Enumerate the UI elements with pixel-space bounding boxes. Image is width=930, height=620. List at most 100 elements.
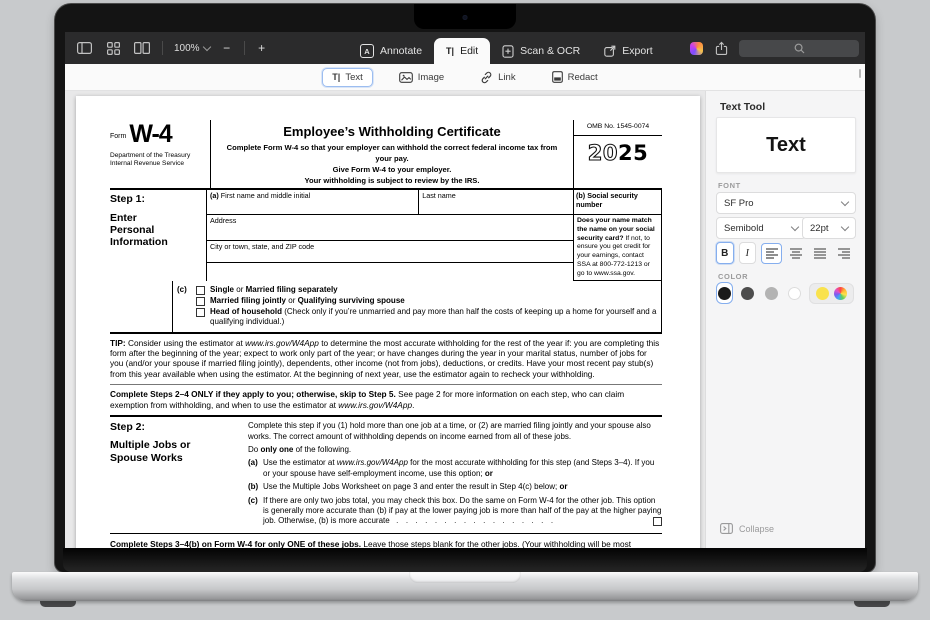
tab-scan-ocr[interactable]: Scan & OCR xyxy=(490,38,592,64)
toolbar-divider xyxy=(244,41,245,55)
step2-title: Step 2: xyxy=(110,421,248,434)
app-screen: 100% − + A Annotate T| Edit xyxy=(65,32,865,548)
zoom-out-button[interactable]: − xyxy=(221,41,233,55)
step2-subtitle: Multiple Jobs or Spouse Works xyxy=(110,439,202,463)
toolbar-scrollbar[interactable] xyxy=(859,69,861,78)
filing-option-single: (c) Single or Married filing separately xyxy=(177,285,657,295)
zoom-control[interactable]: 100% xyxy=(174,43,210,54)
weight-select[interactable]: Semibold xyxy=(716,217,806,239)
ai-assist-icon[interactable] xyxy=(690,42,703,55)
thumbnails-icon[interactable] xyxy=(104,39,122,57)
dept-line2: Internal Revenue Service xyxy=(110,160,206,169)
step1-section: Step 1: Enter Personal Information (a) F… xyxy=(110,190,662,281)
first-name-field[interactable]: (a) First name and middle initial xyxy=(207,190,418,214)
toolbar-divider xyxy=(162,41,163,55)
estimator-link: www.irs.gov/W4App xyxy=(245,338,319,348)
swatch-yellow[interactable] xyxy=(816,287,829,300)
w4-form: Form W-4 Department of the Treasury Inte… xyxy=(110,120,662,548)
link-icon xyxy=(480,71,493,84)
text-tool-panel: Text Tool Text FONT SF Pro Semibold 22pt xyxy=(705,91,865,548)
align-right-button[interactable] xyxy=(833,243,854,264)
text-tool-icon: T| xyxy=(332,72,340,82)
form-word: Form xyxy=(110,133,126,145)
dept-line1: Department of the Treasury xyxy=(110,152,206,161)
chevron-down-icon xyxy=(841,222,849,230)
sidebar-toggle-icon[interactable] xyxy=(75,39,93,57)
checkbox-head-of-household[interactable] xyxy=(196,308,205,317)
filing-option-married-jointly: Married filing jointly or Qualifying sur… xyxy=(177,296,657,306)
checkbox-two-jobs[interactable] xyxy=(653,517,662,526)
align-justify-button[interactable] xyxy=(809,243,830,264)
chevron-down-icon xyxy=(841,197,849,205)
share-icon[interactable] xyxy=(712,39,730,57)
steps-3-4-note: Complete Steps 3–4(b) on Form W-4 for on… xyxy=(110,534,662,548)
color-label: COLOR xyxy=(718,272,748,281)
mode-tabs: A Annotate T| Edit Scan & OCR Export xyxy=(348,32,665,64)
collapse-button[interactable]: Collapse xyxy=(720,523,774,534)
text-preview[interactable]: Text xyxy=(716,117,856,173)
form-header: Form W-4 Department of the Treasury Inte… xyxy=(110,120,662,190)
address-field[interactable]: Address xyxy=(207,215,573,241)
lid-groove xyxy=(409,572,521,583)
size-select[interactable]: 22pt xyxy=(802,217,856,239)
steps-2-4-note: Complete Steps 2–4 ONLY if they apply to… xyxy=(110,385,662,417)
tab-edit[interactable]: T| Edit xyxy=(434,38,490,64)
zoom-level: 100% xyxy=(174,43,200,54)
export-icon xyxy=(604,45,616,57)
tool-text[interactable]: T| Text xyxy=(322,68,372,87)
city-field[interactable]: City or town, state, and ZIP code xyxy=(207,241,573,263)
zoom-in-button[interactable]: + xyxy=(256,41,268,55)
label-c: (c) xyxy=(177,285,191,295)
font-label: FONT xyxy=(718,181,741,190)
pdf-page[interactable]: Form W-4 Department of the Treasury Inte… xyxy=(76,96,700,548)
form-number: W-4 xyxy=(129,124,171,145)
step2-item-a: (a) Use the estimator at www.irs.gov/W4A… xyxy=(248,458,662,479)
tab-annotate[interactable]: A Annotate xyxy=(348,38,434,64)
ssn-note: Does your name match the name on your so… xyxy=(574,215,661,281)
laptop-hinge xyxy=(63,548,867,572)
edit-icon: T| xyxy=(446,46,454,56)
document-area: Form W-4 Department of the Treasury Inte… xyxy=(65,91,705,548)
workspace: Form W-4 Department of the Treasury Inte… xyxy=(65,91,865,548)
laptop-base xyxy=(12,572,918,601)
laptop-foot xyxy=(854,601,890,607)
collapse-icon xyxy=(720,523,733,534)
edit-toolbar: T| Text Image Link Redact xyxy=(65,64,865,91)
bold-button[interactable]: B xyxy=(716,242,734,264)
camera-dot xyxy=(463,15,468,20)
redact-icon xyxy=(552,71,563,83)
font-select[interactable]: SF Pro xyxy=(716,192,856,214)
tool-image[interactable]: Image xyxy=(389,68,454,87)
tab-export[interactable]: Export xyxy=(592,38,664,64)
annotate-icon: A xyxy=(360,44,374,58)
align-center-button[interactable] xyxy=(785,243,806,264)
tool-redact[interactable]: Redact xyxy=(542,67,608,87)
last-name-field[interactable]: Last name xyxy=(418,190,573,214)
swatch-white[interactable] xyxy=(786,282,803,304)
ssn-field[interactable]: (b) Social security number xyxy=(574,190,661,215)
search-input[interactable] xyxy=(739,40,859,57)
checkbox-single[interactable] xyxy=(196,286,205,295)
image-icon xyxy=(399,72,413,83)
align-left-button[interactable] xyxy=(761,243,782,264)
checkbox-married-jointly[interactable] xyxy=(196,297,205,306)
estimator-link: www.irs.gov/W4App xyxy=(337,458,408,467)
italic-button[interactable]: I xyxy=(739,242,757,264)
dot-leader: . . . . . . . . . . . . . . . . . xyxy=(390,516,554,525)
swatch-dark-gray[interactable] xyxy=(739,282,756,304)
step2-intro: Complete this step if you (1) hold more … xyxy=(248,421,662,442)
laptop-bezel: 100% − + A Annotate T| Edit xyxy=(55,4,875,572)
two-page-view-icon[interactable] xyxy=(133,39,151,57)
estimator-link: www.irs.gov/W4App xyxy=(338,400,412,410)
form-title: Employee’s Withholding Certificate xyxy=(219,124,565,140)
display-notch xyxy=(414,4,516,29)
toolbar: 100% − + A Annotate T| Edit xyxy=(65,32,865,64)
swatch-black[interactable] xyxy=(716,282,733,304)
tool-link[interactable]: Link xyxy=(470,67,525,88)
scan-icon xyxy=(502,45,514,58)
color-wheel-icon[interactable] xyxy=(834,287,847,300)
swatch-light-gray[interactable] xyxy=(763,282,780,304)
step2-item-b: (b) Use the Multiple Jobs Worksheet on p… xyxy=(248,482,662,492)
form-subtitle-3: Your withholding is subject to review by… xyxy=(219,175,565,186)
form-year: 2025 xyxy=(574,136,662,166)
